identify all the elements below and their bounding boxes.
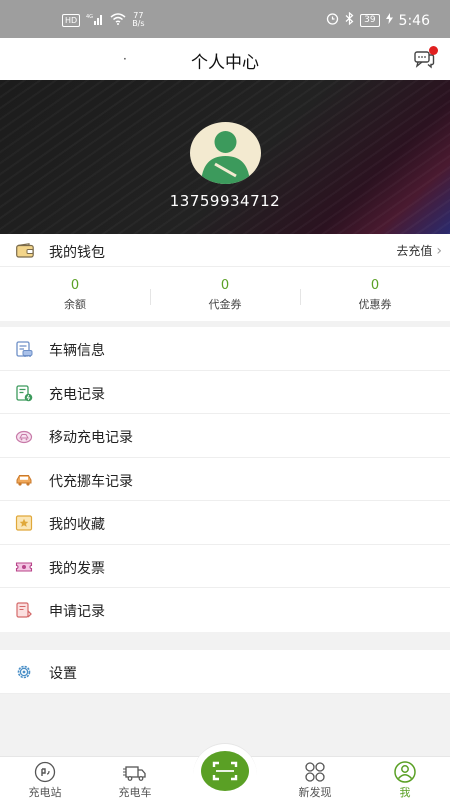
svg-text:4G: 4G bbox=[86, 14, 93, 20]
status-right: 39 5:46 bbox=[326, 11, 430, 29]
recharge-link[interactable]: 去充值 › bbox=[396, 242, 442, 259]
car-icon bbox=[16, 474, 32, 486]
default-avatar-icon bbox=[201, 131, 250, 184]
scan-button[interactable] bbox=[201, 751, 249, 791]
menu-item-invoice[interactable]: 我的发票 bbox=[0, 545, 450, 588]
menu-item-application-record[interactable]: 申请记录 bbox=[0, 588, 450, 632]
tab-discover[interactable]: 新发现 bbox=[270, 761, 360, 800]
menu-item-favorites[interactable]: 我的收藏 bbox=[0, 501, 450, 545]
menu-list: 车辆信息 充电记录 移动充电记录 代充挪车记录 我的收藏 我的发票 申请记录 bbox=[0, 327, 450, 632]
page-title: 个人中心 bbox=[191, 53, 259, 73]
tab-me[interactable]: 我 bbox=[360, 761, 450, 800]
application-icon bbox=[16, 602, 32, 618]
chevron-right-icon: › bbox=[436, 242, 442, 259]
wallet-card: 我的钱包 去充值 › 0 余额 0 代金券 0 优惠券 bbox=[0, 234, 450, 321]
menu-label-proxy-charge-record: 代充挪车记录 bbox=[49, 473, 133, 490]
recharge-label: 去充值 bbox=[396, 244, 433, 258]
wifi-icon bbox=[110, 12, 126, 28]
wallet-title: 我的钱包 bbox=[49, 245, 105, 261]
balance-value: 0 bbox=[70, 278, 80, 293]
tab-charging-station[interactable]: 充电站 bbox=[0, 761, 90, 800]
menu-label-favorites: 我的收藏 bbox=[49, 517, 105, 533]
menu-item-proxy-charge-record[interactable]: 代充挪车记录 bbox=[0, 458, 450, 501]
signal-icon: 4G bbox=[86, 13, 104, 28]
menu-label-mobile-charge-record: 移动充电记录 bbox=[49, 430, 133, 446]
tab-charging-truck[interactable]: 充电车 bbox=[90, 761, 180, 800]
vehicle-info-icon bbox=[16, 341, 33, 357]
menu-item-charge-record[interactable]: 充电记录 bbox=[0, 371, 450, 414]
speed-unit: B/s bbox=[132, 19, 145, 28]
tab-label-charging-truck: 充电车 bbox=[118, 786, 152, 799]
clock: 5:46 bbox=[398, 12, 430, 29]
tab-label-discover: 新发现 bbox=[298, 786, 332, 799]
profile-header: 13759934712 bbox=[0, 80, 450, 234]
balance-stat[interactable]: 0 余额 bbox=[0, 267, 150, 321]
invoice-icon bbox=[15, 561, 33, 572]
mobile-charge-icon bbox=[15, 430, 33, 444]
battery-indicator: 39 bbox=[360, 14, 380, 27]
avatar[interactable] bbox=[190, 122, 261, 184]
user-phone: 13759934712 bbox=[169, 192, 281, 210]
tab-label-me: 我 bbox=[399, 786, 411, 799]
charge-record-icon bbox=[16, 384, 33, 401]
discover-icon bbox=[305, 762, 325, 782]
menu-item-settings[interactable]: 设置 bbox=[0, 650, 450, 694]
voucher-value: 0 bbox=[220, 278, 230, 293]
alarm-icon bbox=[326, 12, 339, 29]
wallet-icon bbox=[16, 243, 34, 258]
network-speed: 77 B/s bbox=[132, 12, 144, 28]
balance-label: 余额 bbox=[64, 298, 86, 311]
bluetooth-icon bbox=[345, 11, 354, 29]
wallet-stats: 0 余额 0 代金券 0 优惠券 bbox=[0, 267, 450, 321]
menu-label-charge-record: 充电记录 bbox=[49, 386, 105, 403]
voucher-stat[interactable]: 0 代金券 bbox=[150, 267, 300, 321]
menu-label-vehicle-info: 车辆信息 bbox=[49, 343, 105, 359]
unread-badge bbox=[429, 46, 438, 55]
voucher-label: 代金券 bbox=[208, 298, 242, 311]
charging-truck-icon bbox=[123, 766, 146, 781]
wallet-header[interactable]: 我的钱包 去充值 › bbox=[0, 234, 450, 267]
gear-icon bbox=[17, 665, 31, 679]
messages-button[interactable] bbox=[412, 46, 438, 70]
settings-label: 设置 bbox=[49, 666, 77, 682]
coupon-stat[interactable]: 0 优惠券 bbox=[300, 267, 450, 321]
status-left: HD 4G 77 B/s bbox=[62, 12, 145, 28]
menu-label-invoice: 我的发票 bbox=[49, 560, 105, 577]
status-bar: HD 4G 77 B/s 39 5:46 bbox=[0, 0, 450, 38]
star-icon bbox=[15, 515, 33, 531]
scan-icon bbox=[212, 761, 238, 781]
tab-label-charging-station: 充电站 bbox=[28, 786, 62, 799]
menu-item-mobile-charge-record[interactable]: 移动充电记录 bbox=[0, 414, 450, 458]
charging-icon bbox=[385, 13, 393, 28]
coupon-label: 优惠券 bbox=[358, 298, 392, 311]
coupon-value: 0 bbox=[370, 278, 380, 293]
menu-label-application-record: 申请记录 bbox=[49, 604, 105, 620]
hd-badge: HD bbox=[62, 13, 81, 27]
top-nav-bar: · 个人中心 bbox=[0, 38, 450, 80]
bottom-tab-bar: 充电站 充电车 新发现 我 bbox=[0, 743, 450, 800]
menu-item-vehicle-info[interactable]: 车辆信息 bbox=[0, 327, 450, 371]
charging-station-icon bbox=[34, 761, 56, 783]
profile-icon bbox=[394, 761, 416, 783]
